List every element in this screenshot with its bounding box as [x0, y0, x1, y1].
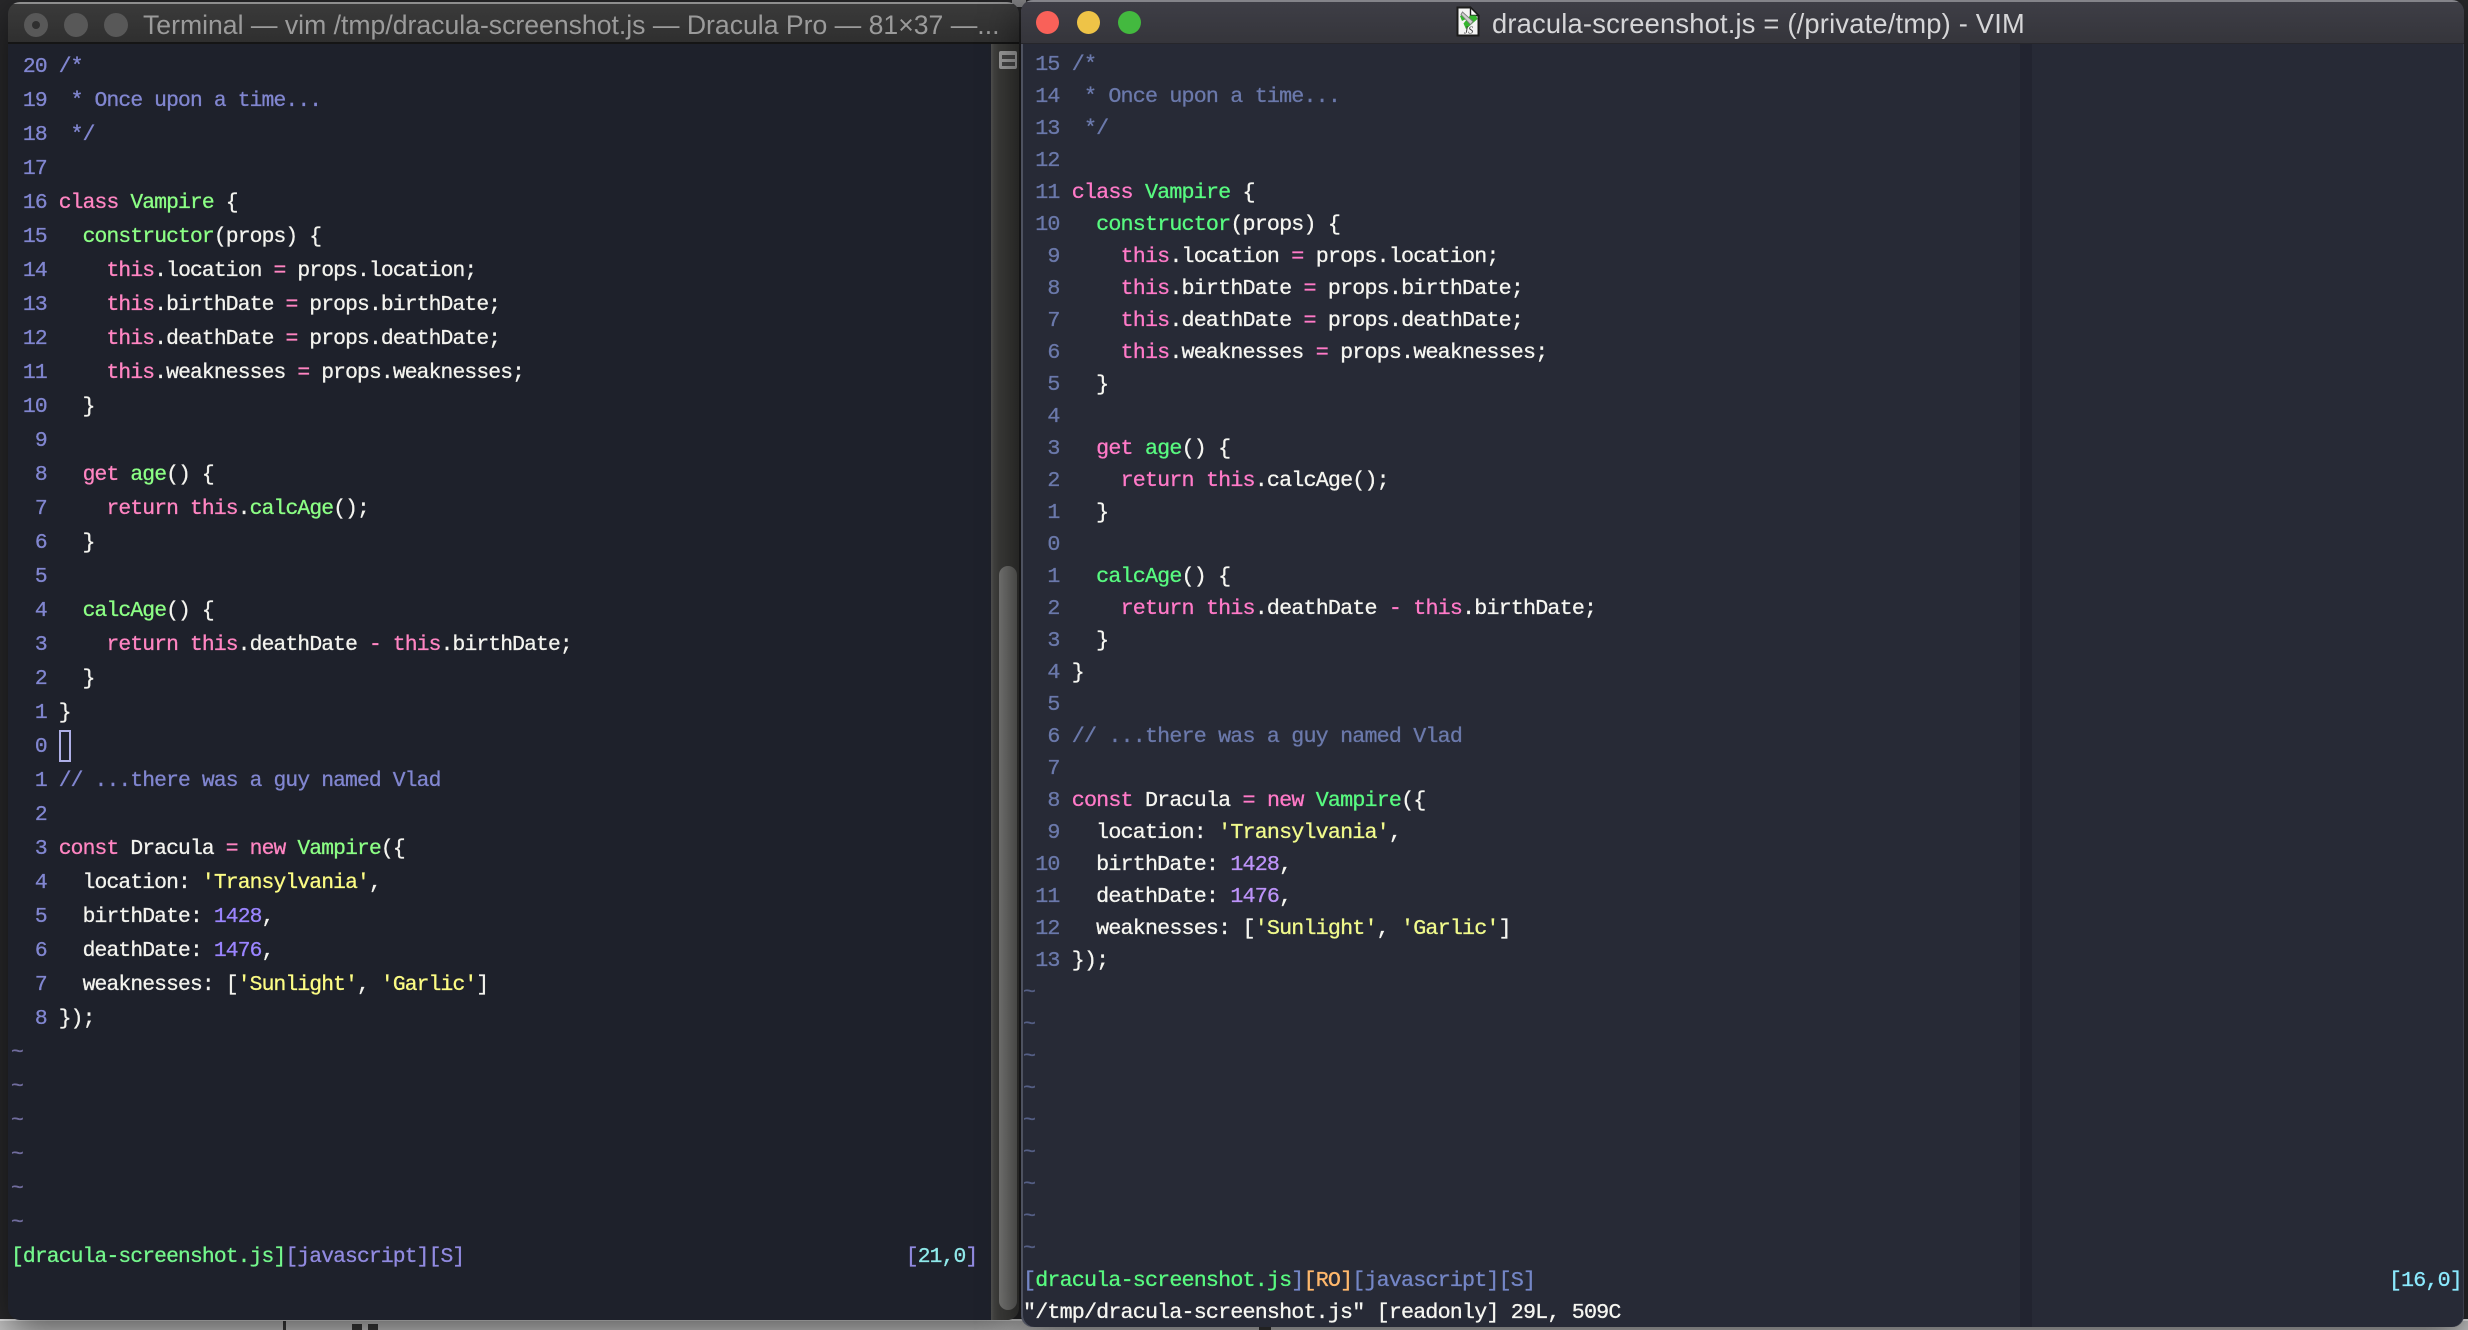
svg-text:JS: JS	[1464, 26, 1473, 37]
